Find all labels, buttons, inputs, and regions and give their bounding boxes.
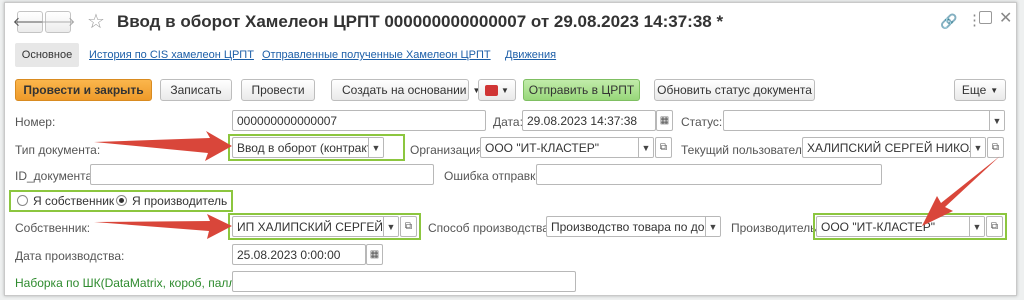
update-status-button[interactable]: Обновить статус документа bbox=[654, 79, 815, 101]
calendar-button[interactable]: ▦ bbox=[656, 110, 673, 131]
arrow-right-icon: 🡒 bbox=[40, 14, 76, 29]
organization-label: Организация: bbox=[410, 143, 486, 157]
date-label: Дата: bbox=[493, 115, 523, 129]
maximize-icon[interactable] bbox=[979, 11, 992, 24]
dropdown-icon[interactable]: ▼ bbox=[638, 138, 653, 157]
post-and-close-button[interactable]: Провести и закрыть bbox=[15, 79, 152, 101]
tab-main[interactable]: Основное bbox=[15, 43, 79, 67]
doc-type-field[interactable]: Ввод в оборот (контракт) ▼ bbox=[232, 137, 384, 158]
production-method-label: Способ производства: bbox=[428, 221, 553, 235]
caret-down-icon: ▼ bbox=[501, 85, 509, 95]
tab-sent-received[interactable]: Отправленные полученные Хамелеон ЦРПТ bbox=[262, 49, 491, 61]
send-error-field[interactable] bbox=[536, 164, 882, 185]
calendar-button[interactable]: ▦ bbox=[366, 244, 383, 265]
post-button[interactable]: Провести bbox=[241, 79, 315, 101]
date-field[interactable]: 29.08.2023 14:37:38 bbox=[522, 110, 656, 131]
owner-value: ИП ХАЛИПСКИЙ СЕРГЕЙ НИ bbox=[237, 220, 399, 234]
producer-field[interactable]: ООО "ИТ-КЛАСТЕР" ▼ bbox=[816, 216, 985, 237]
number-label: Номер: bbox=[15, 115, 56, 129]
dropdown-icon[interactable]: ▼ bbox=[970, 138, 985, 157]
status-label: Статус: bbox=[681, 115, 723, 129]
radio-producer[interactable]: Я производитель bbox=[116, 194, 227, 208]
save-button[interactable]: Записать bbox=[160, 79, 232, 101]
producer-label: Производитель: bbox=[731, 221, 820, 235]
star-icon[interactable]: ☆ bbox=[87, 9, 105, 34]
close-icon[interactable]: ✕ bbox=[999, 8, 1012, 28]
current-user-field[interactable]: ХАЛИПСКИЙ СЕРГЕЙ НИКОЛА ▼ bbox=[802, 137, 986, 158]
owner-label: Собственник: bbox=[15, 221, 91, 235]
dropdown-icon[interactable]: ▼ bbox=[705, 217, 720, 236]
calendar-icon: ▦ bbox=[369, 249, 380, 260]
radio-producer-label: Я производитель bbox=[132, 194, 228, 208]
open-icon: ⧉ bbox=[659, 142, 668, 153]
number-field[interactable]: 000000000000007 bbox=[232, 110, 486, 131]
open-organization-button[interactable]: ⧉ bbox=[655, 137, 672, 158]
forward-button[interactable]: 🡒 bbox=[41, 11, 75, 33]
current-user-label: Текущий пользователь: bbox=[681, 143, 812, 157]
open-user-button[interactable]: ⧉ bbox=[987, 137, 1004, 158]
create-based-on-button[interactable]: Создать на основании ▼ bbox=[331, 79, 480, 101]
printer-icon bbox=[485, 84, 499, 96]
radio-circle-selected[interactable] bbox=[116, 195, 127, 206]
barcode-field[interactable] bbox=[232, 271, 576, 292]
calendar-icon: ▦ bbox=[659, 115, 670, 126]
doc-type-value: Ввод в оборот (контракт) bbox=[237, 141, 377, 155]
production-date-label: Дата производства: bbox=[15, 249, 125, 263]
back-button[interactable]: 🡐 bbox=[13, 11, 47, 33]
more-button[interactable]: Еще ▼ bbox=[954, 79, 1006, 101]
dropdown-icon[interactable]: ▼ bbox=[989, 111, 1004, 130]
organization-field[interactable]: ООО "ИТ-КЛАСТЕР" ▼ bbox=[480, 137, 654, 158]
doc-id-label: ID_документа: bbox=[15, 169, 96, 183]
open-owner-button[interactable]: ⧉ bbox=[400, 216, 417, 237]
window-title: Ввод в оборот Хамелеон ЦРПТ 000000000000… bbox=[117, 12, 724, 31]
open-icon: ⧉ bbox=[991, 142, 1000, 153]
tab-cis-history[interactable]: История по CIS хамелеон ЦРПТ bbox=[89, 49, 254, 61]
owner-field[interactable]: ИП ХАЛИПСКИЙ СЕРГЕЙ НИ ▼ bbox=[232, 216, 399, 237]
send-error-label: Ошибка отправки: bbox=[444, 169, 546, 183]
radio-circle[interactable] bbox=[17, 195, 28, 206]
organization-value: ООО "ИТ-КЛАСТЕР" bbox=[485, 141, 600, 155]
dropdown-icon[interactable]: ▼ bbox=[383, 217, 398, 236]
link-icon[interactable]: 🔗 bbox=[940, 13, 957, 30]
tab-movements[interactable]: Движения bbox=[505, 49, 556, 61]
radio-owner[interactable]: Я собственник bbox=[17, 194, 114, 208]
open-producer-button[interactable]: ⧉ bbox=[986, 216, 1003, 237]
document-window: 🡐 🡒 ☆ Ввод в оборот Хамелеон ЦРПТ 000000… bbox=[4, 2, 1017, 296]
radio-owner-label: Я собственник bbox=[33, 194, 115, 208]
current-user-value: ХАЛИПСКИЙ СЕРГЕЙ НИКОЛА bbox=[807, 141, 985, 155]
doc-id-field[interactable] bbox=[90, 164, 434, 185]
status-field[interactable]: ▼ bbox=[723, 110, 1005, 131]
barcode-label: Наборка по ШК(DataMatrix, короб, паллет)… bbox=[15, 276, 255, 290]
doc-type-label: Тип документа: bbox=[15, 143, 101, 157]
create-based-on-label: Создать на основании bbox=[342, 83, 467, 97]
production-method-field[interactable]: Производство товара по догов ▼ bbox=[546, 216, 721, 237]
send-to-crpt-button[interactable]: Отправить в ЦРПТ bbox=[523, 79, 640, 101]
caret-down-icon: ▼ bbox=[990, 85, 999, 95]
open-icon: ⧉ bbox=[404, 221, 413, 232]
production-method-value: Производство товара по догов bbox=[551, 220, 721, 234]
dropdown-icon[interactable]: ▼ bbox=[368, 138, 383, 157]
print-button[interactable]: ▼ bbox=[478, 79, 516, 101]
producer-value: ООО "ИТ-КЛАСТЕР" bbox=[821, 220, 936, 234]
production-date-field[interactable]: 25.08.2023 0:00:00 bbox=[232, 244, 366, 265]
open-icon: ⧉ bbox=[990, 221, 999, 232]
more-label: Еще bbox=[961, 83, 987, 97]
dropdown-icon[interactable]: ▼ bbox=[969, 217, 984, 236]
